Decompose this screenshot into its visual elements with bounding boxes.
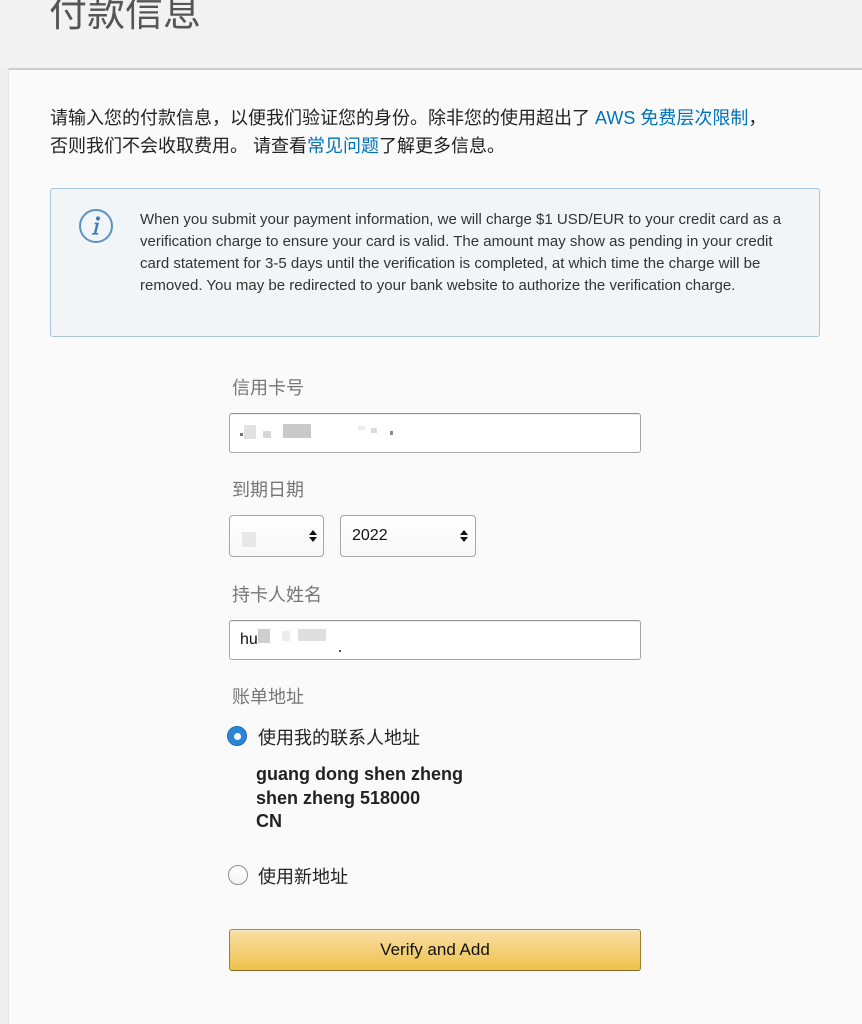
- intro-text: ，: [748, 108, 767, 128]
- radio-contact-address[interactable]: [227, 726, 247, 746]
- notice-text: When you submit your payment information…: [140, 211, 782, 294]
- intro-text: 了解更多信息。: [379, 136, 505, 156]
- expiration-year-select[interactable]: 2022: [340, 515, 476, 557]
- info-icon: [79, 209, 113, 243]
- faq-link[interactable]: 常见问题: [307, 136, 379, 156]
- intro-paragraph: 请输入您的付款信息，以便我们验证您的身份。除非您的使用超出了 AWS 免费层次限…: [50, 104, 766, 160]
- address-line: CN: [256, 811, 282, 831]
- card-number-input[interactable]: [230, 414, 640, 452]
- updown-arrows-icon: [460, 530, 468, 542]
- billing-address-label: 账单地址: [232, 687, 304, 707]
- address-line: guang dong shen zheng: [256, 764, 463, 784]
- intro-text: 否则我们不会收取费用。 请查看: [50, 136, 307, 156]
- contact-address: guang dong shen zheng shen zheng 518000 …: [256, 763, 463, 834]
- redaction-block: [242, 532, 256, 547]
- expiration-year-value: 2022: [352, 527, 388, 544]
- address-line: shen zheng 518000: [256, 787, 421, 808]
- page-title: 付款信息: [49, 0, 202, 35]
- free-tier-link[interactable]: AWS 免费层次限制: [595, 108, 748, 128]
- card-number-label: 信用卡号: [232, 378, 304, 398]
- radio-contact-address-label[interactable]: 使用我的联系人地址: [258, 726, 420, 750]
- verify-and-add-button[interactable]: Verify and Add: [229, 929, 641, 971]
- page-header: 付款信息: [0, 0, 862, 68]
- expiration-month-select[interactable]: [229, 515, 324, 557]
- updown-arrows-icon: [309, 530, 317, 542]
- radio-new-address[interactable]: [228, 865, 248, 885]
- expiration-label: 到期日期: [232, 480, 304, 500]
- verification-notice: When you submit your payment information…: [50, 188, 820, 337]
- cardholder-input[interactable]: [230, 621, 640, 659]
- radio-new-address-label[interactable]: 使用新地址: [258, 865, 348, 889]
- cardholder-label: 持卡人姓名: [232, 585, 322, 605]
- card-number-field[interactable]: [229, 413, 641, 453]
- intro-text: 请输入您的付款信息，以便我们验证您的身份。除非您的使用超出了: [50, 108, 595, 128]
- cardholder-field[interactable]: [229, 620, 641, 660]
